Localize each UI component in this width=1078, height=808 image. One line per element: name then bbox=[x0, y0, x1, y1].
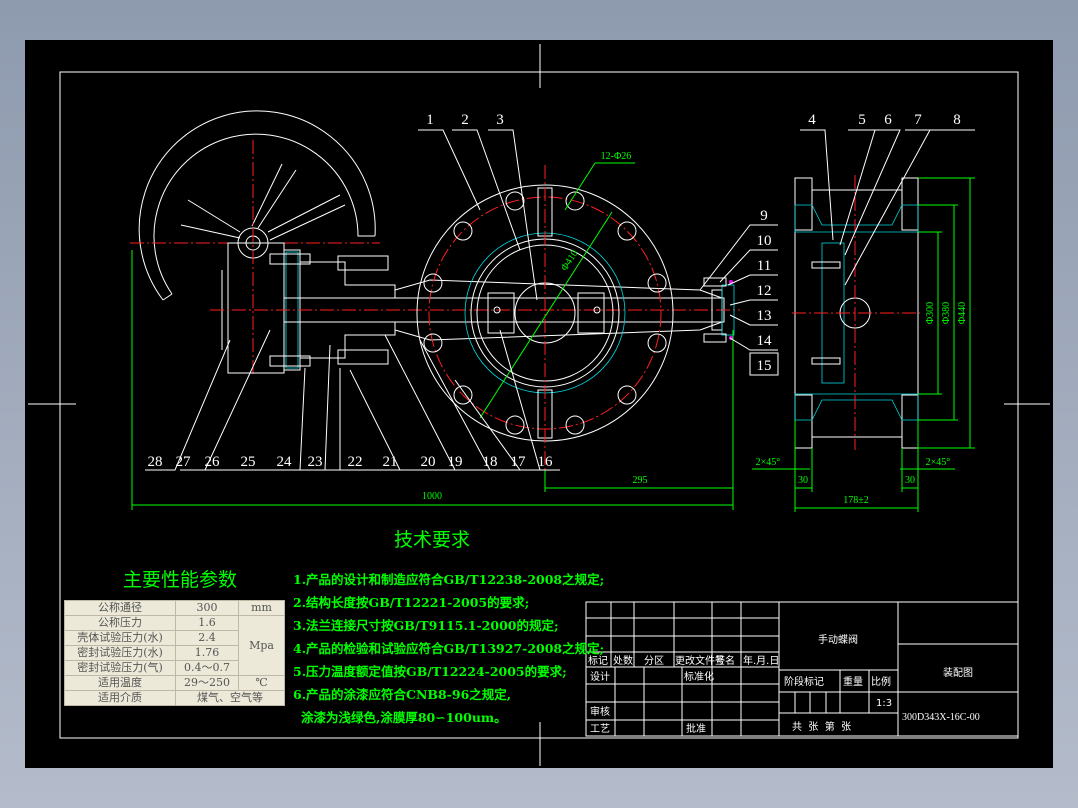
title-block-header: 处数 bbox=[613, 654, 633, 667]
part-number: 27 bbox=[176, 454, 192, 470]
requirement-item: 3.法兰连接尺寸按GB/T9115.1-2000的规定; bbox=[293, 618, 559, 633]
flange-thk-left-dim: 30 bbox=[798, 475, 808, 486]
technical-requirements: 1.产品的设计和制造应符合GB/T12238-2008之规定; 2.结构长度按G… bbox=[293, 568, 604, 729]
part-number: 28 bbox=[148, 454, 163, 470]
scale-value: 1:3 bbox=[876, 698, 892, 709]
title-block-header: 年.月.日 bbox=[743, 654, 779, 667]
part-number: 5 bbox=[858, 112, 866, 128]
product-name: 手动蝶阀 bbox=[818, 633, 858, 646]
part-number: 15 bbox=[757, 358, 772, 374]
param-label: 公称通径 bbox=[64, 600, 176, 616]
param-unit: mm bbox=[238, 600, 285, 616]
table-row: 公称通径 300 mm bbox=[64, 600, 285, 616]
dia-380-dim: Φ380 bbox=[941, 302, 952, 324]
part-number: 23 bbox=[308, 454, 323, 470]
param-value: 煤气、空气等 bbox=[175, 690, 285, 706]
requirement-item: 涂漆为浅绿色,涂膜厚80∽100um。 bbox=[301, 710, 507, 725]
part-number: 10 bbox=[757, 233, 772, 249]
part-number: 21 bbox=[383, 454, 398, 470]
part-number: 12 bbox=[757, 283, 772, 299]
requirement-item: 4.产品的检验和试验应符合GB/T13927-2008之规定; bbox=[293, 641, 605, 656]
part-number: 22 bbox=[348, 454, 363, 470]
part-number: 20 bbox=[421, 454, 436, 470]
sheets-label: 共 张 第 张 bbox=[792, 720, 851, 733]
requirement-item: 2.结构长度按GB/T12221-2005的要求; bbox=[293, 595, 530, 610]
part-number: 3 bbox=[496, 112, 504, 128]
param-unit: Mpa bbox=[238, 615, 285, 676]
part-number: 25 bbox=[241, 454, 256, 470]
standardization-label: 标准化 bbox=[684, 670, 714, 683]
param-unit: ℃ bbox=[238, 675, 285, 691]
approve-label: 批准 bbox=[686, 722, 706, 735]
part-number: 6 bbox=[884, 112, 892, 128]
drawing-type: 装配图 bbox=[943, 666, 973, 679]
table-row: 适用温度 29～250 ℃ bbox=[64, 675, 285, 691]
param-value: 0.4～0.7 bbox=[175, 660, 239, 676]
param-value: 1.76 bbox=[175, 645, 239, 661]
param-label: 适用温度 bbox=[64, 675, 176, 691]
part-number: 7 bbox=[914, 112, 922, 128]
part-number: 8 bbox=[953, 112, 961, 128]
table-row: 公称压力 1.6 Mpa bbox=[64, 615, 285, 676]
part-number: 11 bbox=[757, 258, 771, 274]
overall-length-dim: 1000 bbox=[422, 491, 442, 502]
parameters-title: 主要性能参数 bbox=[123, 569, 237, 591]
param-label: 密封试验压力(水) bbox=[64, 645, 176, 661]
face-to-face-dim: 178±2 bbox=[843, 495, 869, 506]
chamfer-left-dim: 2×45° bbox=[756, 457, 781, 468]
param-value: 2.4 bbox=[175, 630, 239, 646]
title-block-header: 签名 bbox=[715, 654, 735, 667]
requirement-item: 1.产品的设计和制造应符合GB/T12238-2008之规定; bbox=[293, 572, 605, 587]
requirement-item: 6.产品的涂漆应符合CNB8-96之规定, bbox=[293, 687, 512, 702]
param-label: 密封试验压力(气) bbox=[64, 660, 176, 676]
param-value: 29～250 bbox=[175, 675, 239, 691]
part-number: 4 bbox=[808, 112, 816, 128]
dia-300-dim: Φ300 bbox=[925, 302, 936, 324]
title-block-headers: 标记 处数 分区 更改文件号签名 年.月.日 bbox=[588, 654, 779, 667]
param-value: 1.6 bbox=[175, 615, 239, 631]
table-row: 适用介质 煤气、空气等 bbox=[64, 690, 285, 706]
part-number: 2 bbox=[461, 112, 469, 128]
part-number: 16 bbox=[538, 454, 554, 470]
title-block-header: 分区 bbox=[644, 655, 664, 667]
part-number: 18 bbox=[483, 454, 498, 470]
scale-label: 比例 bbox=[871, 675, 891, 688]
part-number: 24 bbox=[277, 454, 293, 470]
param-value: 300 bbox=[175, 600, 239, 616]
parameters-table: 公称通径 300 mm 公称压力 1.6 Mpa 壳体试验压力(水) 2.4 密封试验压力… bbox=[64, 600, 285, 706]
drawing-number: 300D343X-16C-00 bbox=[902, 712, 980, 723]
param-label: 壳体试验压力(水) bbox=[64, 630, 176, 646]
chamfer-right-dim: 2×45° bbox=[926, 457, 951, 468]
requirement-item: 5.压力温度额定值按GB/T12224-2005的要求; bbox=[293, 664, 567, 679]
part-number: 13 bbox=[757, 308, 772, 324]
part-number: 26 bbox=[205, 454, 221, 470]
stage-mark-label: 阶段标记 bbox=[784, 675, 824, 688]
param-label: 公称压力 bbox=[64, 615, 176, 631]
flange-thk-right-dim: 30 bbox=[905, 475, 915, 486]
shaft-end-dim: 295 bbox=[633, 475, 648, 486]
param-label: 适用介质 bbox=[64, 690, 176, 706]
part-number: 19 bbox=[448, 454, 463, 470]
requirements-title: 技术要求 bbox=[394, 529, 470, 551]
part-number: 1 bbox=[426, 112, 434, 128]
dia-440-dim: Φ440 bbox=[957, 302, 968, 324]
weight-label: 重量 bbox=[843, 675, 863, 688]
part-number: 9 bbox=[760, 208, 768, 224]
part-number: 14 bbox=[757, 333, 773, 349]
bolt-holes-dim: 12-Φ26 bbox=[601, 151, 632, 162]
part-number: 17 bbox=[511, 454, 527, 470]
